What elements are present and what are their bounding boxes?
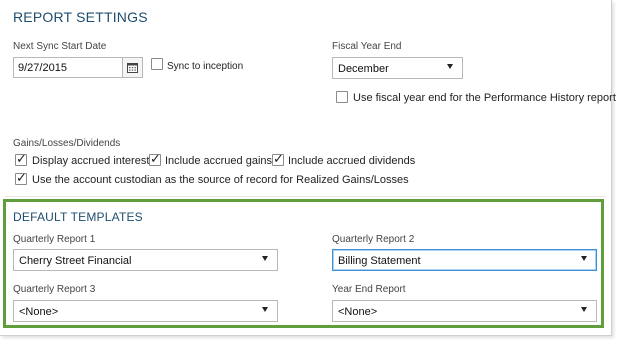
check-icon: ✓ <box>150 151 161 166</box>
quarterly-report-2-value: Billing Statement <box>338 255 421 267</box>
use-fiscal-year-checkbox[interactable] <box>336 91 348 103</box>
fiscal-year-end-label: Fiscal Year End <box>332 41 402 52</box>
quarterly-report-3-value: <None> <box>19 306 59 318</box>
display-accrued-interest-label: Display accrued interest <box>32 155 150 167</box>
fiscal-year-end-value: December <box>338 63 389 75</box>
quarterly-report-3-label: Quarterly Report 3 <box>13 284 96 295</box>
fiscal-year-end-select[interactable]: December <box>332 57 463 79</box>
next-sync-date-value: 9/27/2015 <box>18 62 67 74</box>
sync-to-inception-checkbox[interactable] <box>151 58 163 70</box>
quarterly-report-2-select[interactable]: Billing Statement <box>332 249 597 271</box>
check-icon: ✓ <box>16 151 27 166</box>
use-custodian-checkbox[interactable]: ✓ <box>15 170 27 185</box>
check-icon: ✓ <box>16 170 27 185</box>
include-accrued-dividends-label: Include accrued dividends <box>288 155 416 167</box>
section-divider <box>5 196 606 197</box>
next-sync-date-input[interactable]: 9/27/2015 <box>13 57 143 78</box>
quarterly-report-2-label: Quarterly Report 2 <box>332 234 415 245</box>
gains-losses-label: Gains/Losses/Dividends <box>13 138 121 149</box>
quarterly-report-1-value: Cherry Street Financial <box>19 255 132 267</box>
quarterly-report-1-label: Quarterly Report 1 <box>13 234 96 245</box>
calendar-icon[interactable] <box>122 58 142 77</box>
chevron-down-icon <box>262 256 268 261</box>
next-sync-label: Next Sync Start Date <box>13 41 107 52</box>
chevron-down-icon <box>447 64 453 69</box>
display-accrued-interest-checkbox[interactable]: ✓ <box>15 151 27 166</box>
default-templates-title: DEFAULT TEMPLATES <box>13 210 143 224</box>
include-accrued-gains-checkbox[interactable]: ✓ <box>149 151 161 166</box>
sync-to-inception-label: Sync to inception <box>167 61 244 72</box>
quarterly-report-3-select[interactable]: <None> <box>13 300 278 322</box>
include-accrued-gains-label: Include accrued gains <box>165 155 273 167</box>
check-icon: ✓ <box>273 151 284 166</box>
chevron-down-icon <box>262 307 268 312</box>
year-end-report-select[interactable]: <None> <box>332 300 597 322</box>
chevron-down-icon <box>581 307 587 312</box>
year-end-report-value: <None> <box>338 306 378 318</box>
chevron-down-icon <box>581 256 587 261</box>
use-fiscal-year-label: Use fiscal year end for the Performance … <box>353 92 616 104</box>
use-custodian-label: Use the account custodian as the source … <box>32 174 409 186</box>
include-accrued-dividends-checkbox[interactable]: ✓ <box>272 151 284 166</box>
quarterly-report-1-select[interactable]: Cherry Street Financial <box>13 249 278 271</box>
report-settings-title: REPORT SETTINGS <box>13 9 148 25</box>
year-end-report-label: Year End Report <box>332 284 406 295</box>
